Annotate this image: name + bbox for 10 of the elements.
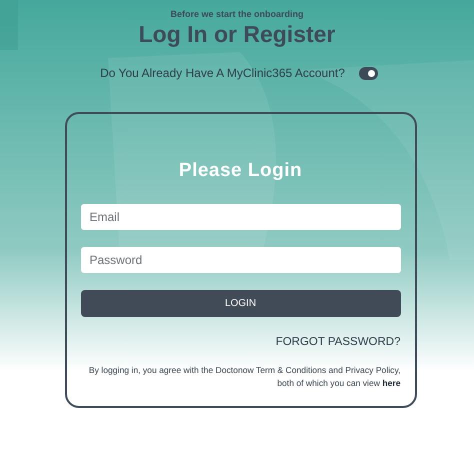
- input-field[interactable]: Password: [80, 247, 400, 273]
- toggle-label: Do You Already Have A MyClinic365 Account?: [100, 66, 345, 80]
- forgot-password-link[interactable]: FORGOT PASSWORD?: [276, 336, 400, 348]
- page-title: Log In or Register: [138, 21, 336, 48]
- login-button[interactable]: LOGIN: [80, 290, 400, 317]
- subtitle: Before we start the onboarding: [170, 9, 304, 19]
- terms-text: By logging in, you agree with the Doctonow Term & Conditions and Privacy Policy, both of which you can view here: [88, 364, 400, 390]
- here-link[interactable]: here: [382, 378, 400, 388]
- input-field[interactable]: Email: [80, 204, 400, 230]
- card-title: Please Login: [178, 160, 304, 182]
